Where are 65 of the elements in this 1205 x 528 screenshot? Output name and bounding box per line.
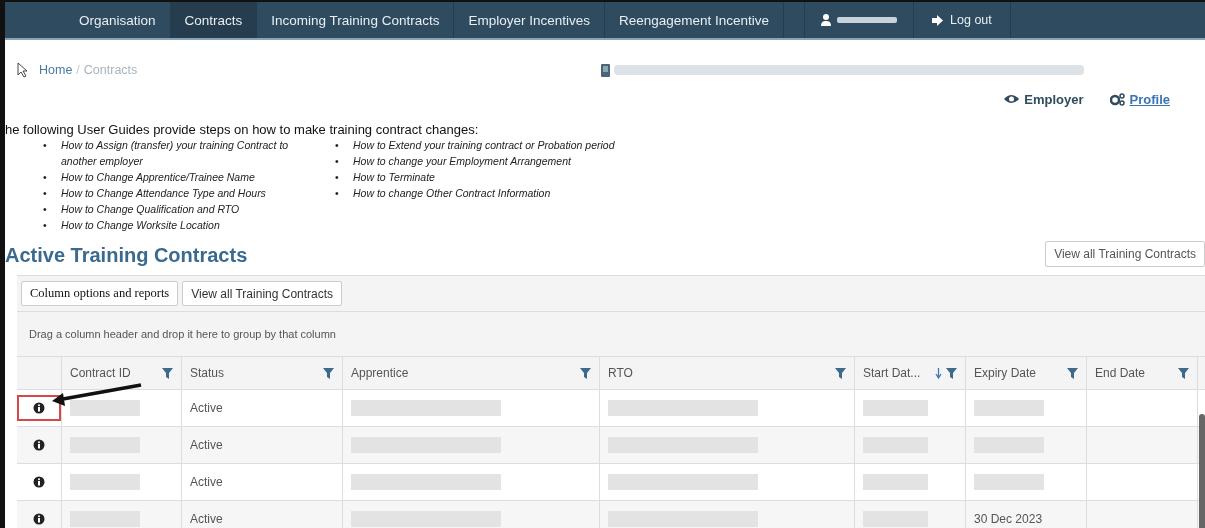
filter-icon[interactable]	[1178, 367, 1189, 379]
scrollbar[interactable]	[1199, 414, 1205, 528]
bullet: •	[43, 218, 48, 233]
guide-item: How to Terminate	[353, 170, 435, 185]
bullet: •	[43, 138, 48, 153]
column-header[interactable]: Expiry Date	[966, 357, 1087, 389]
logout-button[interactable]: Log out	[914, 2, 1011, 38]
info-icon[interactable]	[33, 476, 45, 488]
toolbar-button[interactable]: View all Training Contracts	[182, 281, 343, 306]
table-cell: Active	[190, 401, 223, 415]
guide-item: How to change Other Contract Information	[353, 186, 551, 201]
guide-item: How to Change Attendance Type and Hours	[61, 186, 266, 201]
group-hint: Drag a column header and drop it here to group by that column	[17, 312, 1205, 357]
info-icon[interactable]	[33, 402, 45, 414]
bullet: •	[335, 170, 340, 185]
table-cell: 30 Dec 2023	[974, 512, 1043, 526]
section-title: Active Training Contracts	[5, 244, 248, 267]
bullet: •	[335, 186, 340, 201]
nav-tab[interactable]: Employer Incentives	[454, 2, 605, 38]
nav-tab[interactable]: Reengagement Incentive	[604, 2, 785, 38]
nav-tab[interactable]: Incoming Training Contracts	[257, 2, 455, 38]
employer-label: Employer	[1004, 91, 1084, 107]
nav-tab[interactable]: Contracts	[170, 2, 258, 38]
filter-icon[interactable]	[580, 367, 591, 379]
column-header[interactable]: Start Dat...	[855, 357, 966, 389]
filter-icon[interactable]	[1067, 367, 1078, 379]
guide-item: How to change your Employment Arrangement	[353, 154, 571, 169]
pointer-icon	[17, 62, 29, 78]
bullet: •	[335, 154, 340, 169]
column-header[interactable]: RTO	[600, 357, 855, 389]
guide-item: How to Extend your training contract or Probation period	[353, 138, 615, 153]
breadcrumb-separator: /	[76, 63, 80, 77]
info-icon[interactable]	[33, 439, 45, 451]
user-icon	[821, 14, 832, 26]
logout-icon	[932, 14, 945, 26]
guide-item: How to Assign (transfer) your training Contract to another employer	[61, 138, 290, 169]
table-cell: Active	[190, 475, 223, 489]
table-cell: Active	[190, 438, 223, 452]
guides-intro: he following User Guides provide steps on how to make training contract changes:	[5, 122, 480, 137]
filter-icon[interactable]	[162, 367, 173, 379]
column-header[interactable]: Status	[182, 357, 343, 389]
bullet: •	[43, 186, 48, 201]
column-header[interactable]: Apprentice	[343, 357, 600, 389]
gears-icon	[1109, 92, 1125, 106]
eye-icon	[1004, 94, 1020, 104]
view-all-button[interactable]: View all Training Contracts	[1045, 241, 1205, 267]
bullet: •	[335, 138, 340, 153]
info-icon[interactable]	[33, 513, 45, 525]
guide-item: How to Change Apprentice/Trainee Name	[61, 170, 255, 185]
breadcrumb-link[interactable]: Home	[39, 63, 73, 77]
column-header[interactable]: End Date	[1087, 357, 1198, 389]
table-cell: Active	[190, 512, 223, 526]
nav-tab[interactable]: Organisation	[65, 2, 171, 38]
guide-item: How to Change Qualification and RTO	[61, 202, 240, 217]
filter-icon[interactable]	[323, 367, 334, 379]
column-header[interactable]: Contract ID	[62, 357, 182, 389]
filter-icon[interactable]	[946, 367, 957, 379]
building-icon	[601, 63, 611, 77]
guide-item: How to Change Worksite Location	[61, 218, 220, 233]
filter-icon[interactable]	[835, 367, 846, 379]
redacted-name	[837, 17, 898, 23]
bullet: •	[43, 202, 48, 217]
toolbar-button[interactable]: Column options and reports	[21, 281, 179, 306]
profile-link[interactable]: Profile	[1129, 91, 1170, 107]
bullet: •	[43, 170, 48, 185]
